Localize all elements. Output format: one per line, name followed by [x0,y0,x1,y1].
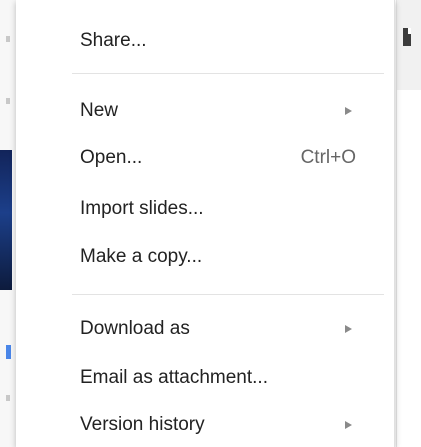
background-tick [6,395,10,401]
submenu-arrow-icon [345,421,352,429]
menu-item-email-as-attachment[interactable]: Email as attachment... [16,356,394,400]
menu-item-label: Download as [80,318,190,339]
file-menu: Share... New Open... Ctrl+O Import slide… [16,0,395,447]
background-tick [6,98,10,104]
menu-separator [72,73,384,74]
background-marker [6,345,11,359]
background-toolbar-strip [397,0,421,90]
menu-item-label: Email as attachment... [80,367,268,388]
menu-item-version-history[interactable]: Version history [16,403,394,447]
slide-thumbnail[interactable] [0,150,12,290]
menu-item-label: Share... [80,30,147,51]
menu-item-import-slides[interactable]: Import slides... [16,187,394,231]
menu-item-new[interactable]: New [16,89,394,133]
background-tick [6,36,10,42]
menu-item-label: New [80,100,119,121]
submenu-arrow-icon [345,325,352,333]
menu-separator [72,294,384,295]
menu-item-shortcut: Ctrl+O [300,147,356,168]
menu-item-open[interactable]: Open... Ctrl+O [16,136,394,180]
background-toolbar-icon [403,28,411,46]
menu-item-label: Make a copy... [80,246,203,267]
menu-item-label: Import slides... [80,198,204,219]
menu-item-download-as[interactable]: Download as [16,307,394,351]
background-slide-thumbnails [0,0,16,447]
menu-item-label: Version history [80,414,205,435]
submenu-arrow-icon [345,107,352,115]
menu-item-label: Open... [80,147,143,168]
background-editor-area [396,0,421,447]
menu-item-make-a-copy[interactable]: Make a copy... [16,235,394,279]
menu-item-share[interactable]: Share... [16,19,394,63]
